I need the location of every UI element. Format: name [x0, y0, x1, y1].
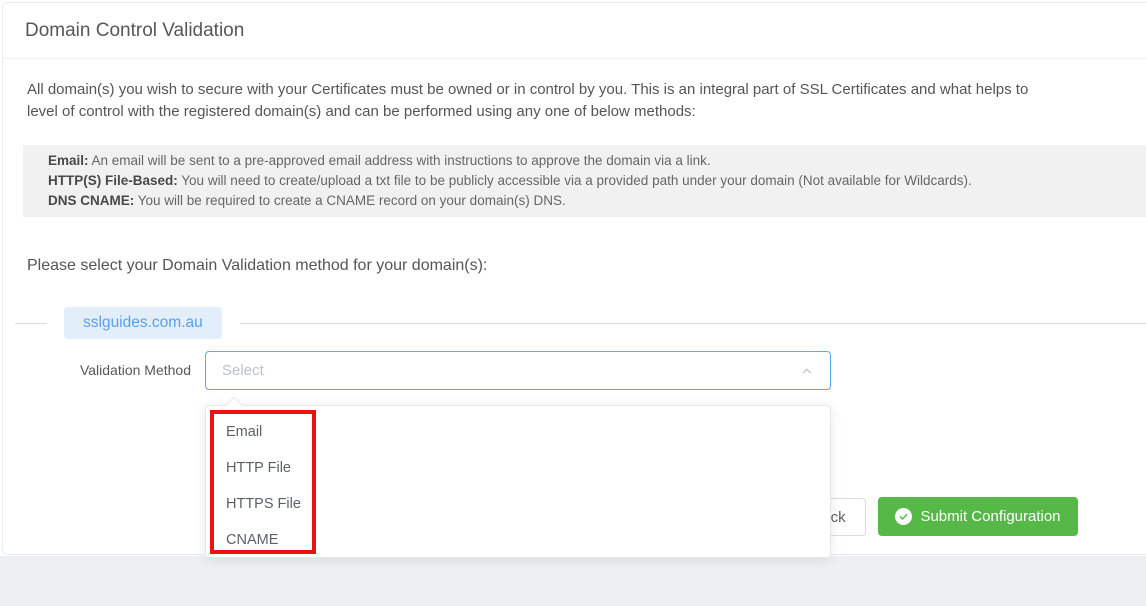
method-info-dns-cname: DNS CNAME: You will be required to creat… [48, 191, 1146, 211]
method-info-http-file: HTTP(S) File-Based: You will need to cre… [48, 171, 1146, 191]
method-name: DNS CNAME: [48, 193, 134, 208]
method-description: You will need to create/upload a txt fil… [181, 173, 971, 188]
dropdown-option-https-file[interactable]: HTTPS File [206, 486, 830, 522]
page-background-strip [0, 556, 1146, 606]
submit-configuration-button[interactable]: Submit Configuration [878, 497, 1078, 536]
dropdown-pointer-arrow [226, 397, 243, 414]
method-info-email: Email: An email will be sent to a pre-ap… [48, 151, 1146, 171]
submit-button-label: Submit Configuration [920, 508, 1060, 525]
panel-body: All domain(s) you wish to secure with yo… [3, 79, 1146, 390]
domain-control-validation-panel: Domain Control Validation All domain(s) … [2, 2, 1146, 555]
method-description: An email will be sent to a pre-approved … [92, 153, 711, 168]
method-name: Email: [48, 153, 89, 168]
validation-method-label: Validation Method [25, 351, 191, 390]
validation-methods-info-box: Email: An email will be sent to a pre-ap… [23, 145, 1146, 217]
dropdown-option-http-file[interactable]: HTTP File [206, 450, 830, 486]
chevron-up-icon [800, 364, 814, 378]
dropdown-option-cname[interactable]: CNAME [206, 522, 830, 558]
divider-line [240, 323, 1146, 324]
validation-method-dropdown-menu: Email HTTP File HTTPS File CNAME [205, 405, 831, 558]
dropdown-option-email[interactable]: Email [206, 414, 830, 450]
validation-method-select[interactable]: Select [205, 351, 831, 390]
check-circle-icon [895, 508, 912, 525]
method-description: You will be required to create a CNAME r… [138, 193, 566, 208]
divider-line [15, 323, 47, 324]
domain-tab[interactable]: sslguides.com.au [64, 307, 222, 339]
select-placeholder: Select [222, 362, 264, 379]
panel-title: Domain Control Validation [3, 3, 1146, 59]
validation-method-row: Validation Method Select Email HTTP File… [25, 351, 1146, 390]
method-name: HTTP(S) File-Based: [48, 173, 178, 188]
select-method-prompt: Please select your Domain Validation met… [27, 257, 1146, 275]
intro-paragraph: All domain(s) you wish to secure with yo… [27, 79, 1146, 123]
domain-tabs-row: sslguides.com.au [15, 308, 1146, 338]
